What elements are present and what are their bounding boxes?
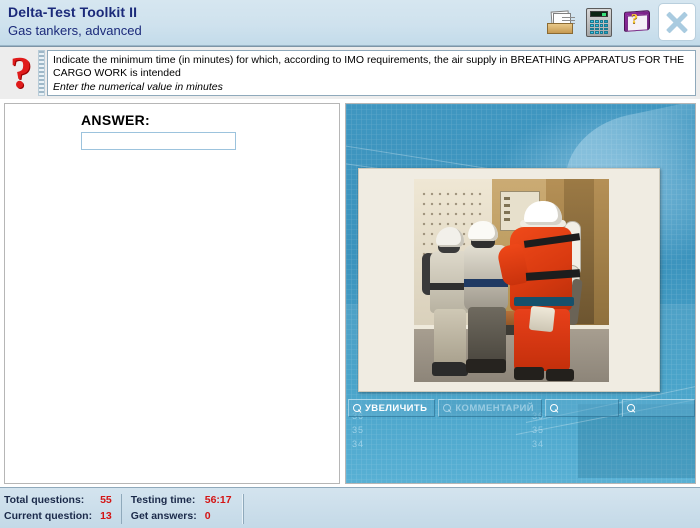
comment-button[interactable]: КОММЕНТАРИЙ bbox=[438, 399, 543, 417]
status-stats: Total questions: 55 Current question: 13… bbox=[4, 492, 250, 525]
magnifier-icon bbox=[443, 403, 452, 413]
photo-crew2-belt bbox=[464, 279, 508, 287]
magnifier-icon bbox=[353, 403, 362, 413]
status-divider bbox=[120, 493, 122, 524]
photo-crew1-legs bbox=[434, 309, 466, 367]
question-bar: ? Indicate the minimum time (in minutes)… bbox=[0, 46, 700, 99]
total-questions-value: 55 bbox=[100, 494, 112, 506]
image-toolbar: УВЕЛИЧИТЬ КОММЕНТАРИЙ bbox=[348, 399, 695, 417]
help-book-glyph: ? bbox=[624, 10, 651, 33]
photo-crew2-boots bbox=[466, 359, 506, 373]
comment-label: КОММЕНТАРИЙ bbox=[455, 402, 535, 414]
app-subtitle: Gas tankers, advanced bbox=[8, 23, 142, 38]
calculator-display bbox=[590, 11, 608, 17]
zoom-in-label: УВЕЛИЧИТЬ bbox=[365, 402, 428, 414]
photo-crew3-belt bbox=[514, 297, 574, 306]
extra-button-2[interactable] bbox=[621, 399, 695, 417]
header-titles: Delta-Test Toolkit II Gas tankers, advan… bbox=[8, 3, 142, 40]
header-icon-bar: ? bbox=[544, 3, 696, 41]
answer-panel: ANSWER: bbox=[4, 103, 340, 484]
question-hint: Enter the numerical value in minutes bbox=[53, 81, 223, 93]
answer-label: ANSWER: bbox=[81, 112, 150, 128]
app-title: Delta-Test Toolkit II bbox=[8, 4, 138, 20]
extra-button-1[interactable] bbox=[545, 399, 619, 417]
card-file-glyph bbox=[547, 10, 575, 34]
magnifier-icon bbox=[550, 403, 559, 413]
answer-input[interactable] bbox=[81, 132, 236, 150]
photo-crew2-helmet bbox=[468, 221, 498, 241]
question-photo bbox=[414, 179, 609, 382]
question-mark-icon: ? bbox=[10, 48, 32, 97]
photo-crew2-legs bbox=[468, 307, 506, 365]
help-book-icon[interactable]: ? bbox=[620, 4, 654, 40]
question-photo-frame[interactable] bbox=[358, 168, 660, 392]
current-question-label: Current question: bbox=[4, 510, 93, 522]
time-counters: Testing time: 56:17 Get answers: 0 bbox=[131, 493, 232, 524]
question-counters: Total questions: 55 Current question: 13 bbox=[4, 493, 112, 524]
zoom-in-button[interactable]: УВЕЛИЧИТЬ bbox=[348, 399, 436, 417]
total-questions-label: Total questions: bbox=[4, 494, 85, 506]
magnifier-icon bbox=[626, 403, 636, 413]
status-divider bbox=[241, 493, 244, 524]
current-question-value: 13 bbox=[100, 510, 112, 522]
question-gutter-decoration bbox=[38, 50, 45, 96]
get-answers-label: Get answers: bbox=[130, 510, 197, 522]
app-header: Delta-Test Toolkit II Gas tankers, advan… bbox=[0, 0, 700, 46]
photo-crew3-boot-left bbox=[514, 367, 544, 380]
close-icon[interactable] bbox=[658, 3, 696, 41]
calculator-icon[interactable] bbox=[582, 4, 616, 40]
application-window: Delta-Test Toolkit II Gas tankers, advan… bbox=[0, 0, 700, 528]
testing-time-value: 56:17 bbox=[204, 494, 232, 506]
card-file-icon[interactable] bbox=[544, 4, 578, 40]
photo-crew3-flap bbox=[528, 305, 556, 333]
calculator-keys bbox=[590, 20, 608, 34]
calculator-glyph bbox=[586, 8, 612, 37]
image-panel: 36 35 34 36 35 34 bbox=[345, 103, 696, 484]
photo-crew1-helmet bbox=[436, 227, 464, 247]
status-footer: Total questions: 55 Current question: 13… bbox=[0, 487, 700, 528]
help-book-question-mark: ? bbox=[631, 12, 638, 27]
card-file-box bbox=[547, 23, 573, 34]
question-panel: Indicate the minimum time (in minutes) f… bbox=[47, 50, 696, 96]
photo-crew1-boots bbox=[432, 362, 468, 376]
photo-crew3-boot-right bbox=[546, 369, 574, 381]
question-text: Indicate the minimum time (in minutes) f… bbox=[53, 54, 685, 79]
get-answers-value: 0 bbox=[204, 510, 211, 522]
testing-time-label: Testing time: bbox=[130, 494, 196, 506]
